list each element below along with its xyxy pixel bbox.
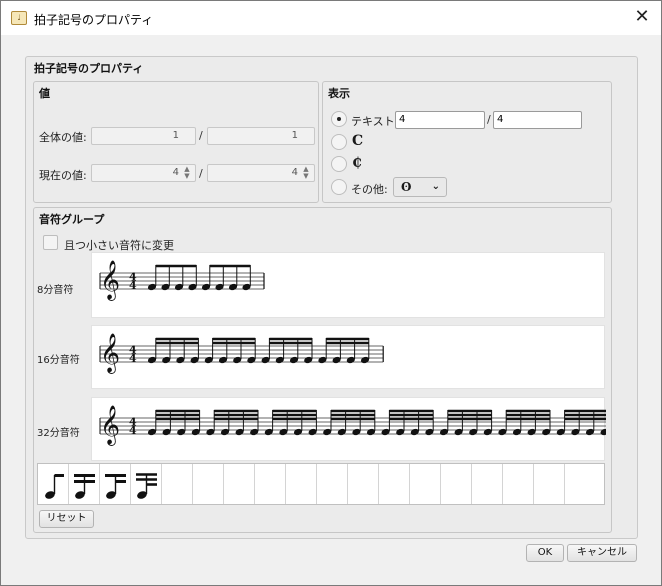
- radio-cut-time[interactable]: [331, 156, 347, 172]
- row-label-sixteenth: 16分音符: [37, 355, 80, 366]
- radio-text[interactable]: [331, 111, 347, 127]
- treble-clef-icon: 𝄞: [100, 333, 120, 374]
- text-numerator-input[interactable]: 4: [395, 111, 485, 129]
- current-numerator-field[interactable]: 4 ▲ ▼: [91, 164, 196, 182]
- app-icon: ♩: [11, 11, 27, 25]
- total-value-label: 全体の値:: [39, 131, 87, 144]
- row-label-thirtysecond: 32分音符: [37, 428, 80, 439]
- value-group: 値 全体の値: 1 / 1 現在の値: 4 ▲ ▼ / 4 ▲ ▼: [33, 81, 319, 203]
- palette-empty-cell[interactable]: [348, 464, 379, 504]
- text-denominator-input[interactable]: 4: [493, 111, 582, 129]
- palette-empty-cell[interactable]: [472, 464, 503, 504]
- staff-eighth-notation: 𝄞 44: [99, 260, 265, 301]
- palette-empty-cell[interactable]: [286, 464, 317, 504]
- palette-empty-cell[interactable]: [379, 464, 410, 504]
- staff-thirtysecond-notation: 𝄞 44: [99, 405, 622, 446]
- palette-empty-cell[interactable]: [255, 464, 286, 504]
- spinner-icon[interactable]: ▲ ▼: [300, 166, 312, 180]
- time-signature-denominator: 4: [129, 279, 137, 292]
- time-signature-denominator: 4: [129, 352, 137, 365]
- staff-thirtysecond[interactable]: 𝄞 4 4: [91, 397, 622, 461]
- palette-empty-cell[interactable]: [565, 464, 604, 504]
- palette-empty-cell[interactable]: [503, 464, 534, 504]
- reset-button[interactable]: リセット: [39, 510, 94, 528]
- staff-eighth[interactable]: 𝄞 4 4: [91, 252, 605, 318]
- row-label-eighth: 8分音符: [37, 285, 74, 296]
- title-bar: ♩ 拍子記号のプロパティ ✕: [1, 1, 661, 35]
- current-numerator-value: 4: [172, 167, 179, 178]
- current-denominator-value: 4: [291, 167, 298, 178]
- radio-common-time[interactable]: [331, 134, 347, 150]
- palette-empty-cell[interactable]: [162, 464, 193, 504]
- current-value-label: 現在の値:: [39, 169, 87, 182]
- window-title: 拍子記号のプロパティ: [34, 13, 154, 27]
- eighth-note-icon[interactable]: [38, 464, 69, 504]
- current-denominator-field[interactable]: 4 ▲ ▼: [207, 164, 315, 182]
- panel-title: 拍子記号のプロパティ: [34, 62, 144, 75]
- cancel-button[interactable]: キャンセル: [567, 544, 637, 562]
- display-group-title: 表示: [328, 87, 350, 100]
- smaller-notes-checkbox[interactable]: [43, 235, 58, 250]
- palette-empty-cell[interactable]: [317, 464, 348, 504]
- treble-clef-icon: 𝄞: [100, 405, 120, 446]
- palette-empty-cell[interactable]: [224, 464, 255, 504]
- palette-empty-cell[interactable]: [193, 464, 224, 504]
- value-group-title: 値: [39, 87, 50, 100]
- palette-empty-cell[interactable]: [410, 464, 441, 504]
- close-button[interactable]: ✕: [627, 5, 657, 31]
- cut-time-icon: ₵: [352, 155, 362, 171]
- other-option-label: その他:: [351, 183, 388, 196]
- palette-empty-cell[interactable]: [534, 464, 565, 504]
- time-signature-denominator: 4: [129, 424, 137, 437]
- text-option-label: テキスト:: [351, 115, 399, 128]
- staff-sixteenth-notation: 𝄞 44: [99, 333, 384, 374]
- ok-button[interactable]: OK: [526, 544, 564, 562]
- other-selected-value: ʘ: [401, 180, 412, 194]
- thirty-second-note-icon[interactable]: [131, 464, 162, 504]
- total-numerator-field[interactable]: 1: [91, 127, 196, 145]
- common-time-icon: C: [352, 133, 364, 149]
- other-symbol-dropdown[interactable]: ʘ ⌄: [393, 177, 447, 197]
- total-separator: /: [199, 129, 203, 142]
- chevron-down-icon: ⌄: [431, 181, 440, 192]
- spinner-icon[interactable]: ▲ ▼: [181, 166, 193, 180]
- sixteenth-note-icon[interactable]: [69, 464, 100, 504]
- note-palette: [37, 463, 605, 505]
- note-head: [600, 428, 609, 436]
- total-numerator-value: 1: [172, 130, 179, 141]
- radio-other[interactable]: [331, 179, 347, 195]
- palette-empty-cell[interactable]: [441, 464, 472, 504]
- display-group: 表示 テキスト: 4 / 4 C ₵ その他: ʘ ⌄: [322, 81, 612, 203]
- treble-clef-icon: 𝄞: [100, 260, 120, 301]
- text-separator: /: [487, 113, 491, 126]
- dialog-window: ♩ 拍子記号のプロパティ ✕ 拍子記号のプロパティ 値 全体の値: 1 / 1 …: [0, 0, 662, 586]
- total-denominator-value: 1: [291, 130, 298, 141]
- sixteenth-note-alt-icon[interactable]: [100, 464, 131, 504]
- total-denominator-field[interactable]: 1: [207, 127, 315, 145]
- note-group-title: 音符グループ: [39, 213, 105, 226]
- smaller-notes-label: 且つ小さい音符に変更: [64, 239, 174, 252]
- staff-sixteenth[interactable]: 𝄞 4 4: [91, 325, 605, 389]
- current-separator: /: [199, 167, 203, 180]
